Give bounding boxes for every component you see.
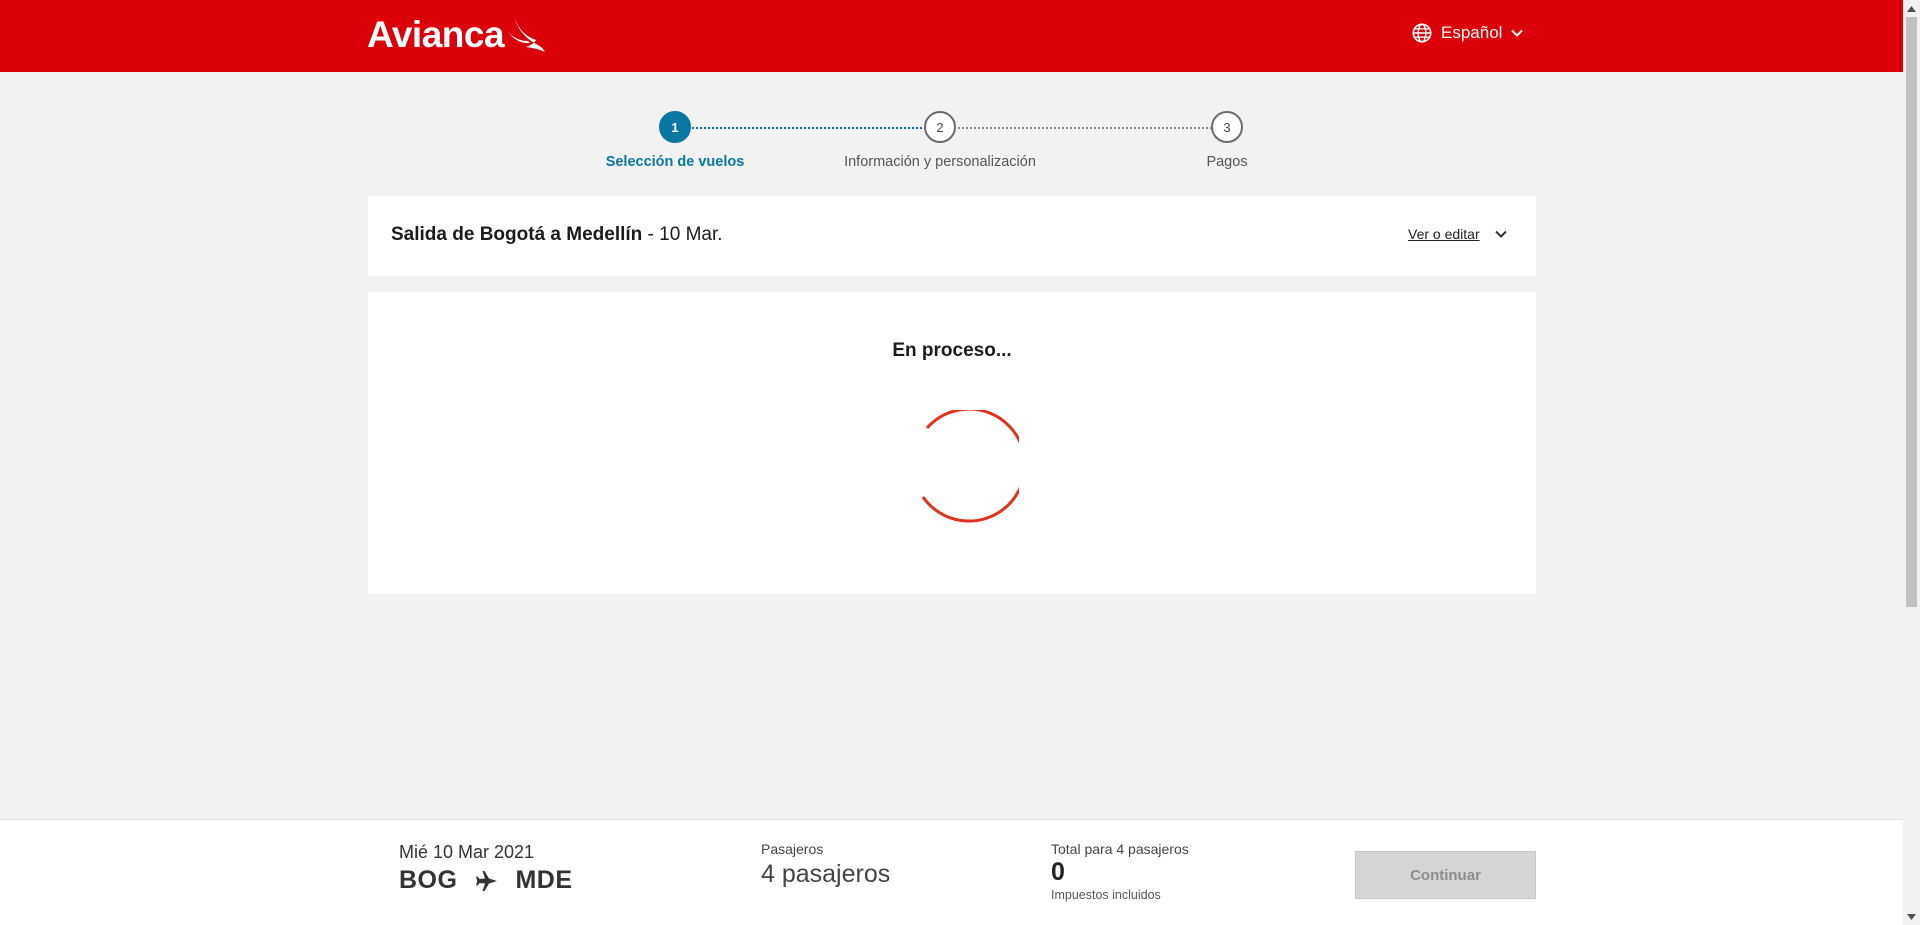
destination-code: MDE <box>515 866 573 894</box>
route-title: Salida de Bogotá a Medellín <box>391 224 643 245</box>
chevron-down-icon <box>1494 230 1507 238</box>
loading-card: En proceso... <box>368 292 1536 594</box>
scrollbar-thumb[interactable] <box>1906 17 1917 607</box>
language-selector[interactable]: Español <box>1411 22 1524 44</box>
top-header: Avianca Español <box>0 0 1903 72</box>
step-label: Pagos <box>1206 154 1248 170</box>
view-edit-link[interactable]: Ver o editar <box>1408 226 1480 242</box>
flight-summary-card: Salida de Bogotá a Medellín - 10 Mar. Ve… <box>368 196 1536 276</box>
route-date: - 10 Mar. <box>642 224 723 245</box>
origin-code: BOG <box>399 866 458 894</box>
avianca-logo[interactable]: Avianca <box>367 14 546 56</box>
continue-button[interactable]: Continuar <box>1355 851 1536 899</box>
step-label: Selección de vuelos <box>605 154 745 170</box>
step-flight-selection: 1 Selección de vuelos <box>565 111 785 170</box>
view-edit-toggle[interactable]: Ver o editar <box>1408 226 1508 242</box>
scroll-down-arrow[interactable] <box>1903 908 1920 925</box>
globe-icon <box>1412 23 1432 43</box>
page: Avianca Español 1 Selección de vuelos 2 … <box>0 0 1920 925</box>
language-label: Español <box>1441 23 1503 42</box>
step-number: 1 <box>659 111 691 143</box>
logo-text: Avianca <box>367 14 505 55</box>
flight-date: Mié 10 Mar 2021 <box>399 842 535 862</box>
chevron-down-icon <box>1511 29 1524 37</box>
total-value: 0 <box>1051 858 1065 886</box>
bird-icon <box>508 14 546 52</box>
spinner-icon <box>921 410 1019 523</box>
scroll-up-arrow[interactable] <box>1903 0 1920 17</box>
vertical-scrollbar[interactable] <box>1903 0 1920 925</box>
step-number: 3 <box>1211 111 1243 143</box>
flight-route: BOG MDE <box>399 866 573 895</box>
step-label: Información y personalización <box>844 154 1036 170</box>
step-information: 2 Información y personalización <box>830 111 1050 170</box>
passengers-value: 4 pasajeros <box>761 860 891 888</box>
total-label: Total para 4 pasajeros <box>1051 841 1189 857</box>
loading-status: En proceso... <box>892 340 1012 361</box>
tax-note: Impuestos incluidos <box>1051 888 1161 902</box>
passengers-label: Pasajeros <box>761 841 824 857</box>
booking-footer: Mié 10 Mar 2021 BOG MDE Pasajeros 4 pasa… <box>0 819 1903 925</box>
step-number: 2 <box>924 111 956 143</box>
step-payments: 3 Pagos <box>1117 111 1337 170</box>
airplane-icon <box>476 870 498 891</box>
flight-summary-title: Salida de Bogotá a Medellín - 10 Mar. <box>391 224 723 246</box>
